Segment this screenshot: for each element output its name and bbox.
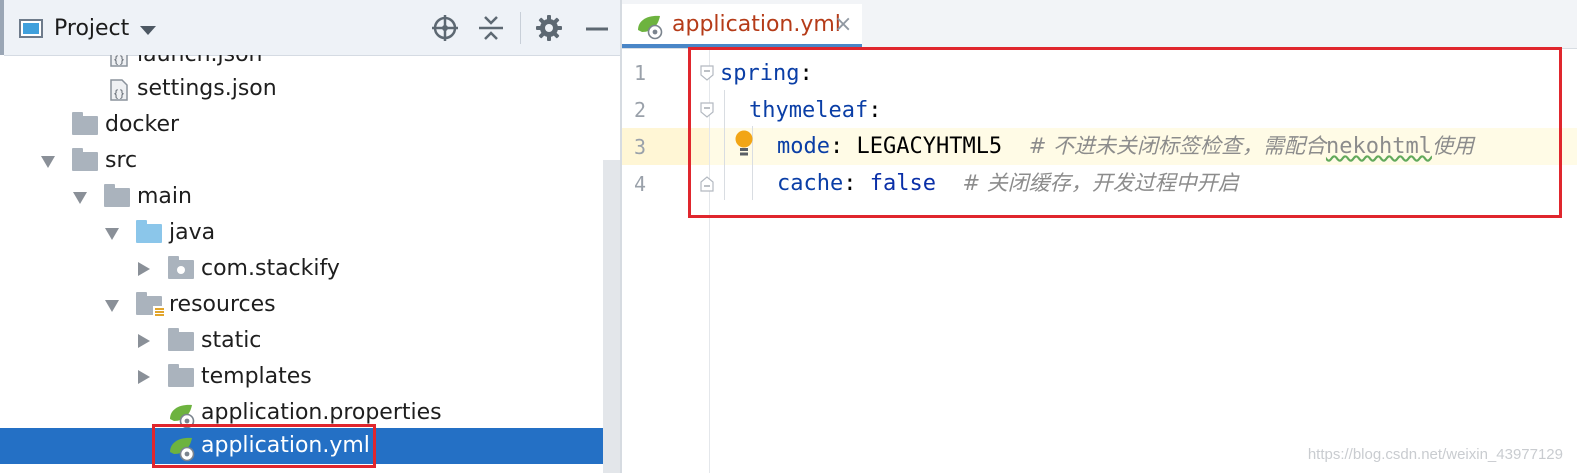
expand-arrow-icon[interactable] bbox=[73, 192, 87, 204]
editor-tab-bar: application.yml × bbox=[622, 0, 1577, 49]
project-title[interactable]: Project bbox=[54, 14, 129, 44]
project-view-icon bbox=[19, 19, 43, 38]
json-file-icon: {} bbox=[110, 79, 128, 101]
package-icon bbox=[168, 256, 194, 279]
tree-item-label: static bbox=[201, 328, 262, 353]
project-header: Project bbox=[0, 0, 620, 56]
project-tree: {} launch.json {} settings.json docker s… bbox=[0, 55, 620, 473]
chevron-down-icon[interactable] bbox=[140, 26, 156, 35]
close-icon[interactable]: × bbox=[834, 10, 852, 40]
folder-icon bbox=[168, 364, 194, 387]
tree-item-src[interactable]: src bbox=[0, 143, 620, 179]
tree-item-label: resources bbox=[169, 292, 276, 317]
tree-item-templates[interactable]: templates bbox=[0, 359, 620, 395]
project-tool-window: Project {} {} settings.json docker src m… bbox=[0, 0, 620, 473]
collapse-arrow-icon[interactable] bbox=[138, 262, 150, 276]
vertical-scrollbar[interactable] bbox=[603, 160, 620, 473]
tree-item-docker[interactable]: docker bbox=[0, 107, 620, 143]
tree-item-java[interactable]: java bbox=[0, 215, 620, 251]
tree-item-main[interactable]: main bbox=[0, 179, 620, 215]
tree-item-settings-json[interactable]: {} settings.json bbox=[0, 71, 620, 107]
folder-icon bbox=[168, 328, 194, 351]
collapse-arrow-icon[interactable] bbox=[138, 370, 150, 384]
spring-leaf-icon bbox=[638, 15, 663, 40]
tree-item-label: templates bbox=[201, 364, 312, 389]
folder-icon bbox=[72, 112, 98, 135]
tree-item-label: java bbox=[169, 220, 216, 245]
watermark: https://blog.csdn.net/weixin_43977129 bbox=[1307, 446, 1563, 463]
tab-application-yml[interactable]: application.yml × bbox=[622, 4, 862, 48]
tree-item-label: com.stackify bbox=[201, 256, 340, 281]
header-separator bbox=[520, 12, 521, 44]
json-file-icon: {} bbox=[110, 55, 128, 67]
resources-folder-icon bbox=[136, 292, 165, 318]
header-edge bbox=[0, 0, 4, 55]
expand-arrow-icon[interactable] bbox=[105, 228, 119, 240]
editor-panel: application.yml × 1 2 3 4 3 spring: thym… bbox=[622, 0, 1577, 473]
svg-text:{}: {} bbox=[113, 89, 125, 100]
tree-item-resources[interactable]: resources bbox=[0, 287, 620, 323]
tree-item-label: settings.json bbox=[137, 76, 277, 101]
locate-icon[interactable] bbox=[431, 14, 459, 42]
line-number: 4 bbox=[633, 172, 646, 196]
tree-item-static[interactable]: static bbox=[0, 323, 620, 359]
line-number: 2 bbox=[633, 98, 646, 122]
tree-item-com-stackify[interactable]: com.stackify bbox=[0, 251, 620, 287]
line-number-current: 3 bbox=[633, 135, 646, 159]
hide-icon[interactable] bbox=[583, 14, 611, 42]
highlight-annotation-box bbox=[688, 47, 1562, 218]
gear-icon[interactable] bbox=[535, 14, 563, 42]
collapse-all-icon[interactable] bbox=[477, 14, 505, 42]
expand-arrow-icon[interactable] bbox=[41, 156, 55, 168]
source-folder-icon bbox=[136, 220, 162, 243]
highlight-annotation-box bbox=[152, 424, 376, 468]
collapse-arrow-icon[interactable] bbox=[138, 334, 150, 348]
tree-item-label: docker bbox=[105, 112, 180, 137]
svg-text:{}: {} bbox=[113, 55, 125, 66]
tree-item-label: src bbox=[105, 148, 138, 173]
expand-arrow-icon[interactable] bbox=[105, 300, 119, 312]
line-number: 1 bbox=[633, 61, 646, 85]
tree-item-label: main bbox=[137, 184, 192, 209]
folder-icon bbox=[104, 184, 130, 207]
tab-label: application.yml bbox=[672, 12, 841, 37]
folder-icon bbox=[72, 148, 98, 171]
